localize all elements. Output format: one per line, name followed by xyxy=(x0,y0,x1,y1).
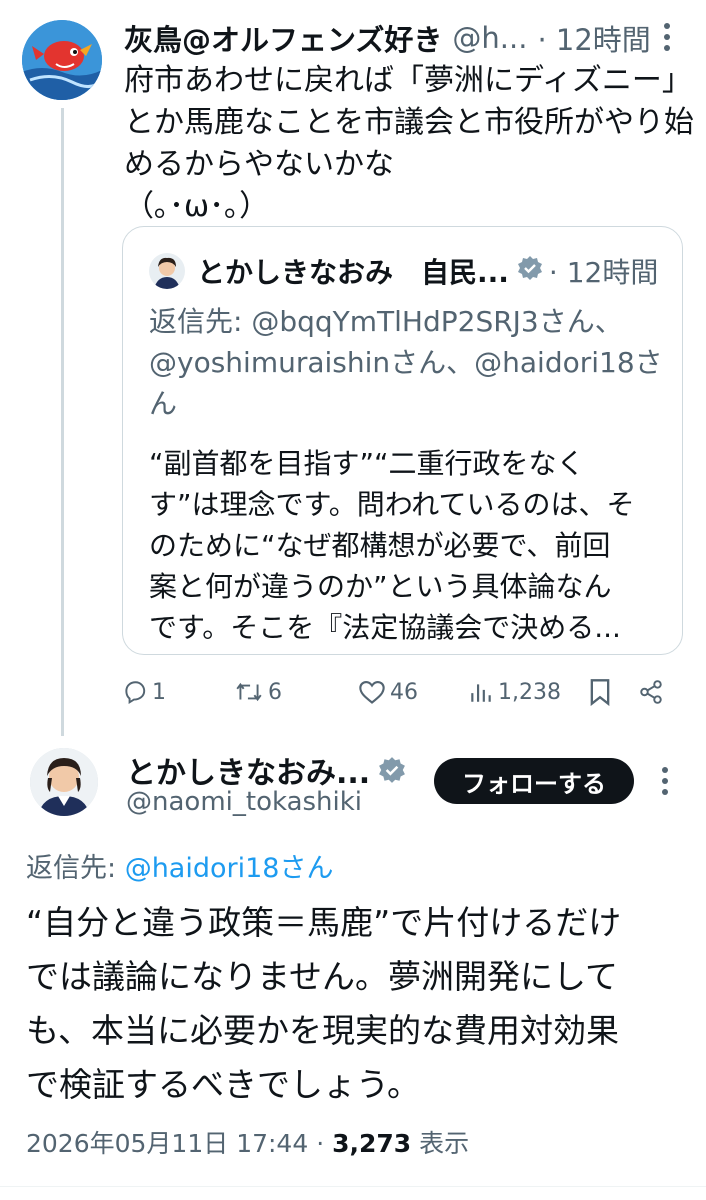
heart-icon xyxy=(359,681,385,704)
avatar[interactable] xyxy=(30,748,98,816)
quote-text-line: のために“なぜ都構想が必要で、前回 xyxy=(149,529,611,562)
analytics-bars-icon xyxy=(471,684,491,702)
meta-separator: · xyxy=(308,1129,333,1158)
reply-to: 返信先: @haidori18さん xyxy=(26,846,333,885)
tweet-text-line: では議論になりません。夢洲開発にして xyxy=(26,957,619,996)
display-name[interactable]: 灰鳥@オルフェンズ好き xyxy=(124,17,442,59)
quote-reply-to: 返信先: @bqqYmTlHdP2SRJ3さん、 @yoshimuraishin… xyxy=(149,301,669,424)
views-label: 表示 xyxy=(411,1129,470,1158)
action-bar: 1 6 46 1,238 xyxy=(122,670,682,714)
retweet-icon xyxy=(236,682,262,702)
tweet-text-line: とか馬鹿なことを市議会と市役所がやり始 xyxy=(124,105,694,140)
tweet-meta: 2026年05月11日 17:44 · 3,273 表示 xyxy=(26,1124,469,1160)
retweet-button[interactable]: 6 xyxy=(234,670,282,714)
bird-avatar-icon xyxy=(22,20,102,100)
quote-avatar xyxy=(149,253,185,289)
quote-text-line: “副首都を目指す”“二重行政をなく xyxy=(149,447,585,480)
tweet-timestamp[interactable]: 2026年05月11日 17:44 xyxy=(26,1129,308,1158)
share-button[interactable] xyxy=(638,670,664,714)
quoted-tweet-card[interactable]: とかしきなおみ 自民... · 12時間 返信先: @bqqYmTlHdP2SR… xyxy=(122,226,683,655)
retweet-count: 6 xyxy=(268,679,282,705)
reply-prefix: 返信先: xyxy=(26,853,125,884)
tweet-header: 灰鳥@オルフェンズ好き @h... · 12時間 xyxy=(124,18,684,58)
tweet-text: 府市あわせに戻れば「夢洲にディズニー」 とか馬鹿なことを市議会と市役所がやり始 … xyxy=(124,60,694,228)
tweet-author-row: とかしきなおみ... xyxy=(126,748,406,792)
divider xyxy=(0,1186,706,1187)
reply-line: ん xyxy=(149,387,178,420)
quote-text: “副首都を目指す”“二重行政をなく す”は理念です。問われているのは、そ のため… xyxy=(149,443,669,648)
share-icon xyxy=(640,680,662,704)
user-handle[interactable]: @h... xyxy=(452,21,527,55)
person-avatar-icon xyxy=(149,253,185,289)
like-button[interactable]: 46 xyxy=(358,670,418,714)
tweet-text-line: めるからやないかな xyxy=(124,147,394,182)
quote-header: とかしきなおみ 自民... · 12時間 xyxy=(149,251,658,291)
tweet-text-line: “自分と違う政策＝馬鹿”で片付けるだけ xyxy=(26,903,622,942)
reply-line: 返信先: @bqqYmTlHdP2SRJ3さん、 xyxy=(149,305,623,338)
quote-text-line: です。そこを『法定協議会で決める... xyxy=(149,611,621,644)
tweet-text-line: で検証するべきでしょう。 xyxy=(26,1065,421,1104)
views-button[interactable]: 1,238 xyxy=(468,670,561,714)
tweet-text-line: （｡･ω･｡） xyxy=(124,189,270,224)
quote-text-line: 案と何が違うのか”という具体論なん xyxy=(149,570,612,603)
more-vertical-icon xyxy=(664,23,670,51)
more-options-button[interactable] xyxy=(648,764,682,798)
avatar[interactable] xyxy=(22,20,102,100)
more-options-button[interactable] xyxy=(650,20,684,54)
view-count: 1,238 xyxy=(498,679,561,705)
display-name[interactable]: とかしきなおみ... xyxy=(126,748,370,792)
tweet-time[interactable]: · 12時間 xyxy=(537,17,650,59)
reply-count: 1 xyxy=(152,679,166,705)
quote-text-line: す”は理念です。問われているのは、そ xyxy=(149,488,635,521)
reply-line: @yoshimuraishinさん、@haidori18さ xyxy=(149,346,663,379)
bookmark-icon xyxy=(590,679,610,706)
reply-icon xyxy=(125,681,146,705)
tweet-text: “自分と違う政策＝馬鹿”で片付けるだけ では議論になりません。夢洲開発にして も… xyxy=(26,896,686,1112)
person-avatar-icon xyxy=(30,748,98,816)
quote-display-name: とかしきなおみ 自民... xyxy=(197,256,509,289)
reply-mention-link[interactable]: @haidori18さん xyxy=(125,853,334,884)
tweet-text-line: も、本当に必要かを現実的な費用対効果 xyxy=(26,1011,620,1050)
verified-badge-icon xyxy=(517,255,543,288)
views-count: 3,273 xyxy=(332,1129,412,1158)
bookmark-button[interactable] xyxy=(588,670,612,714)
thread-connector-line xyxy=(61,108,64,736)
quote-time: · 12時間 xyxy=(548,256,659,289)
reply-button[interactable]: 1 xyxy=(122,670,166,714)
follow-button[interactable]: フォローする xyxy=(434,758,634,804)
like-count: 46 xyxy=(390,679,418,705)
more-vertical-icon xyxy=(662,767,668,795)
user-handle[interactable]: @naomi_tokashiki xyxy=(126,787,362,817)
tweet-text-line: 府市あわせに戻れば「夢洲にディズニー」 xyxy=(124,63,692,98)
verified-badge-icon xyxy=(378,756,406,784)
